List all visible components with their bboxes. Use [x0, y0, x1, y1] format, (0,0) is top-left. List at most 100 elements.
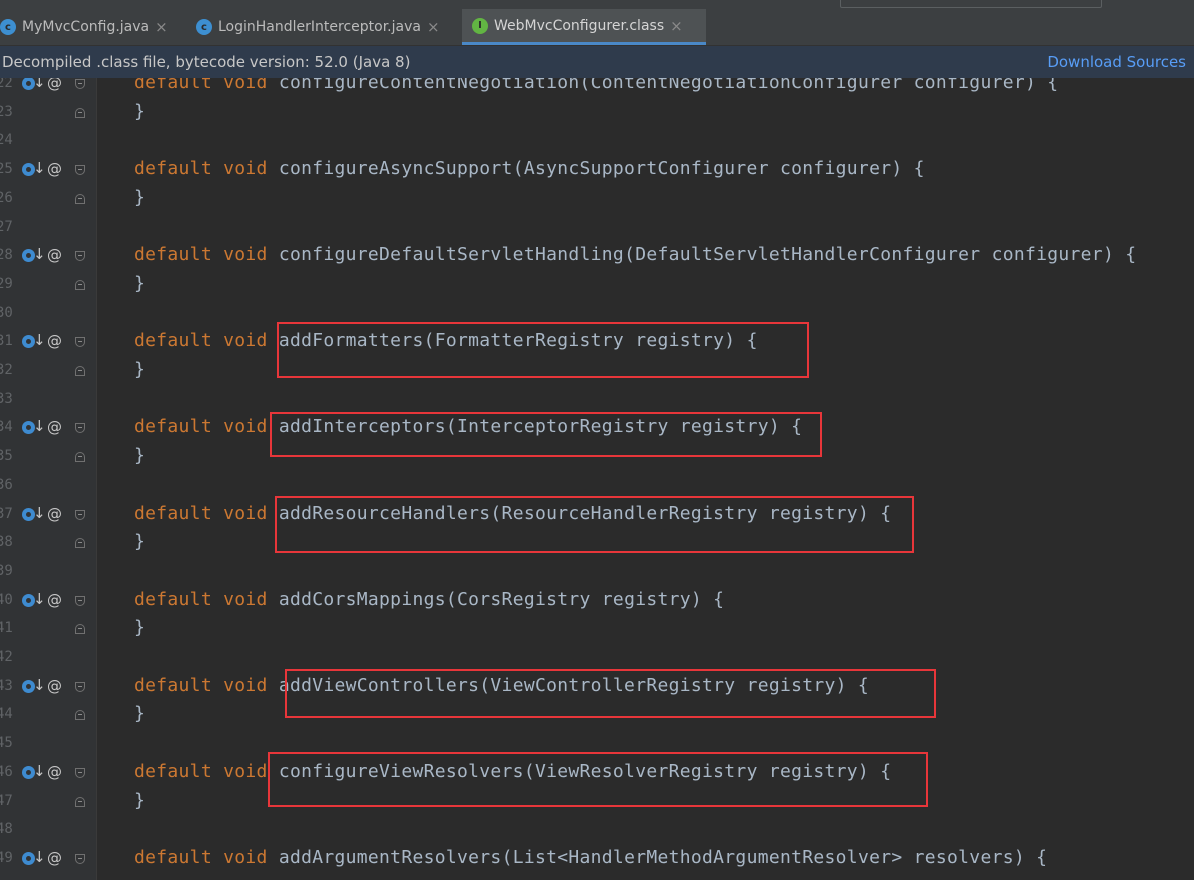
code-line[interactable]: 24: [0, 130, 1194, 158]
fold-close-icon[interactable]: [75, 710, 85, 721]
fold-close-icon[interactable]: [75, 452, 85, 463]
go-to-implementation-arrow-icon[interactable]: ↓: [33, 331, 46, 349]
line-number: 44: [0, 706, 13, 723]
search-field-edge[interactable]: [840, 0, 1102, 8]
fold-close-icon[interactable]: [75, 193, 85, 204]
go-to-implementation-arrow-icon[interactable]: ↓: [33, 676, 46, 694]
gutter-markers: ↓ @: [22, 676, 64, 699]
code-line[interactable]: 38}: [0, 531, 1194, 560]
annotation-at-icon[interactable]: @: [47, 78, 62, 92]
method-params: (List<HandlerMethodArgumentResolver> res…: [501, 846, 1048, 868]
go-to-implementation-arrow-icon[interactable]: ↓: [33, 848, 46, 866]
go-to-implementation-arrow-icon[interactable]: ↓: [33, 762, 46, 780]
annotation-at-icon[interactable]: @: [47, 332, 62, 350]
line-number: 30: [0, 304, 13, 321]
code-line[interactable]: 30: [0, 303, 1194, 331]
code-line[interactable]: 31 ↓ @ default void addFormatters(Formatter…: [0, 330, 1194, 359]
fold-open-icon[interactable]: [75, 681, 85, 692]
code-line[interactable]: 22 ↓ @ default void configureContentNegotia…: [0, 78, 1194, 101]
tab-mymvcconfig[interactable]: c MyMvcConfig.java ×: [0, 9, 188, 45]
code-line[interactable]: 39: [0, 561, 1194, 589]
code-line[interactable]: 40 ↓ @ default void addCorsMappings(CorsReg…: [0, 589, 1194, 618]
close-icon[interactable]: ×: [155, 18, 168, 36]
fold-close-icon[interactable]: [75, 624, 85, 635]
code-line[interactable]: 32}: [0, 359, 1194, 388]
code-editor[interactable]: 22 ↓ @ default void configureContentNegotia…: [0, 78, 1194, 880]
go-to-implementation-arrow-icon[interactable]: ↓: [33, 504, 46, 522]
keyword-void: void: [223, 158, 268, 180]
keyword-default: default: [134, 502, 212, 524]
line-number: 40: [0, 591, 13, 608]
close-icon[interactable]: ×: [670, 17, 683, 35]
annotation-at-icon[interactable]: @: [47, 505, 62, 523]
decompiled-notice-bar: Decompiled .class file, bytecode version…: [0, 46, 1194, 78]
code-line[interactable]: 43 ↓ @ default void addViewControllers(View…: [0, 674, 1194, 704]
annotation-at-icon[interactable]: @: [47, 763, 62, 781]
tab-loginhandlerinterceptor[interactable]: c LoginHandlerInterceptor.java ×: [196, 9, 458, 45]
go-to-implementation-arrow-icon[interactable]: ↓: [33, 78, 46, 91]
code-text: }: [134, 359, 146, 380]
decompiled-notice-text: Decompiled .class file, bytecode version…: [2, 53, 411, 71]
keyword-void: void: [223, 78, 268, 93]
method-name: addArgumentResolvers: [278, 846, 502, 868]
code-line[interactable]: 45: [0, 733, 1194, 761]
code-line[interactable]: 37 ↓ @ default void addResourceHandlers(Res…: [0, 502, 1194, 532]
keyword-default: default: [134, 674, 212, 696]
method-name: addInterceptors: [278, 416, 446, 438]
code-line[interactable]: 36: [0, 475, 1194, 503]
go-to-implementation-arrow-icon[interactable]: ↓: [33, 245, 46, 263]
tab-webmvcconfigurer[interactable]: I WebMvcConfigurer.class ×: [462, 9, 706, 45]
download-sources-link[interactable]: Download Sources: [1047, 53, 1186, 71]
fold-close-icon[interactable]: [75, 796, 85, 807]
annotation-at-icon[interactable]: @: [47, 418, 62, 436]
go-to-implementation-arrow-icon[interactable]: ↓: [33, 159, 46, 177]
code-line[interactable]: 29}: [0, 273, 1194, 302]
fold-close-icon[interactable]: [75, 538, 85, 549]
fold-close-icon[interactable]: [75, 107, 85, 118]
fold-open-icon[interactable]: [75, 165, 85, 176]
fold-close-icon[interactable]: [75, 279, 85, 290]
method-params: (DefaultServletHandlerConfigurer configu…: [624, 244, 1137, 266]
code-line[interactable]: 33: [0, 389, 1194, 417]
gutter-markers: ↓ @: [22, 159, 64, 182]
fold-open-icon[interactable]: [75, 79, 85, 89]
go-to-implementation-arrow-icon[interactable]: ↓: [33, 417, 46, 435]
annotation-at-icon[interactable]: @: [47, 849, 62, 867]
annotation-at-icon[interactable]: @: [47, 677, 62, 695]
fold-open-icon[interactable]: [75, 509, 85, 520]
code-line[interactable]: 27: [0, 217, 1194, 245]
annotation-at-icon[interactable]: @: [47, 591, 62, 609]
keyword-default: default: [134, 158, 212, 180]
annotation-at-icon[interactable]: @: [47, 246, 62, 264]
code-line[interactable]: 34 ↓ @ default void addInterceptors(Interce…: [0, 416, 1194, 445]
code-text: }: [134, 617, 146, 639]
fold-open-icon[interactable]: [75, 423, 85, 434]
code-text: }: [134, 531, 146, 553]
code-line[interactable]: 35}: [0, 445, 1194, 474]
fold-open-icon[interactable]: [75, 251, 85, 262]
code-line[interactable]: 46 ↓ @ default void configureViewResolvers(…: [0, 761, 1194, 790]
fold-close-icon[interactable]: [75, 366, 85, 376]
code-line[interactable]: 49 ↓ @ default void addArgumentResolvers(Li…: [0, 846, 1194, 876]
code-line[interactable]: 25 ↓ @ default void configureAsyncSupport(A…: [0, 158, 1194, 187]
code-line[interactable]: 44}: [0, 703, 1194, 732]
class-icon: c: [0, 19, 16, 35]
code-line[interactable]: 48: [0, 819, 1194, 847]
fold-open-icon[interactable]: [75, 595, 85, 606]
keyword-void: void: [223, 846, 268, 868]
code-line[interactable]: 42: [0, 647, 1194, 675]
method-name: addFormatters: [278, 330, 424, 352]
code-line[interactable]: 23}: [0, 101, 1194, 130]
method-signature: default void configureAsyncSupport(Async…: [134, 158, 925, 179]
fold-open-icon[interactable]: [75, 853, 85, 864]
close-icon[interactable]: ×: [427, 18, 440, 36]
keyword-void: void: [223, 244, 268, 266]
go-to-implementation-arrow-icon[interactable]: ↓: [33, 590, 46, 608]
code-line[interactable]: 28 ↓ @ default void configureDefaultServlet…: [0, 244, 1194, 273]
code-line[interactable]: 41}: [0, 617, 1194, 646]
code-line[interactable]: 26}: [0, 187, 1194, 216]
fold-open-icon[interactable]: [75, 767, 85, 778]
fold-open-icon[interactable]: [75, 337, 85, 348]
code-line[interactable]: 47}: [0, 790, 1194, 819]
annotation-at-icon[interactable]: @: [47, 160, 62, 178]
